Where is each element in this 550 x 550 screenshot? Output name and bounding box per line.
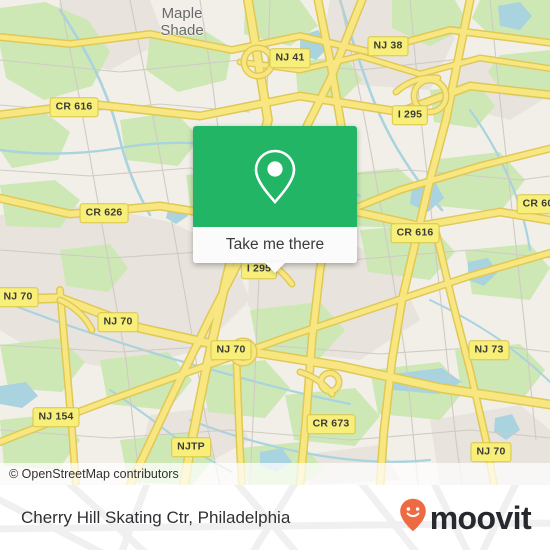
road-shield: CR 673	[306, 414, 356, 434]
road-shield: NJ 70	[470, 442, 512, 462]
road-shield: I 295	[391, 105, 429, 125]
destination-popup-card[interactable]: Take me there	[193, 126, 357, 273]
place-label: Maple Shade	[160, 5, 204, 39]
popup-icon-panel	[193, 126, 357, 227]
road-shield: NJ 38	[367, 36, 409, 56]
footer-bar: Cherry Hill Skating Ctr, Philadelphia mo…	[0, 485, 550, 550]
road-shield: CR 626	[79, 203, 129, 223]
road-shield: NJ 70	[210, 340, 252, 360]
moovit-logo[interactable]: moovit	[399, 485, 532, 550]
take-me-there-label: Take me there	[225, 236, 325, 253]
road-shield: CR 616	[390, 223, 440, 243]
road-shield: NJ 41	[269, 48, 311, 68]
road-shield: NJ 70	[97, 312, 139, 332]
moovit-wordmark: moovit	[429, 499, 532, 536]
location-title: Cherry Hill Skating Ctr, Philadelphia	[21, 507, 291, 527]
moovit-pin-smiley-icon	[399, 498, 427, 537]
road-shield: NJ 73	[468, 340, 510, 360]
osm-attribution[interactable]: © OpenStreetMap contributors	[0, 463, 550, 485]
popup-pointer-tail	[264, 262, 286, 273]
road-shield: NJ 70	[0, 287, 39, 307]
map-pin-icon	[251, 148, 299, 206]
road-shield: NJTP	[171, 437, 211, 457]
take-me-there-button[interactable]: Take me there	[193, 227, 357, 273]
map-canvas[interactable]: Maple Shade NJ 41 NJ 38 CR 616 I 295 CR 626 C…	[0, 0, 550, 485]
road-shield: CR 616	[49, 97, 99, 117]
map-screenshot-root: Maple Shade NJ 41 NJ 38 CR 616 I 295 CR 626 C…	[0, 0, 550, 550]
road-shield: NJ 154	[32, 407, 80, 427]
road-shield: CR 60	[516, 194, 550, 214]
